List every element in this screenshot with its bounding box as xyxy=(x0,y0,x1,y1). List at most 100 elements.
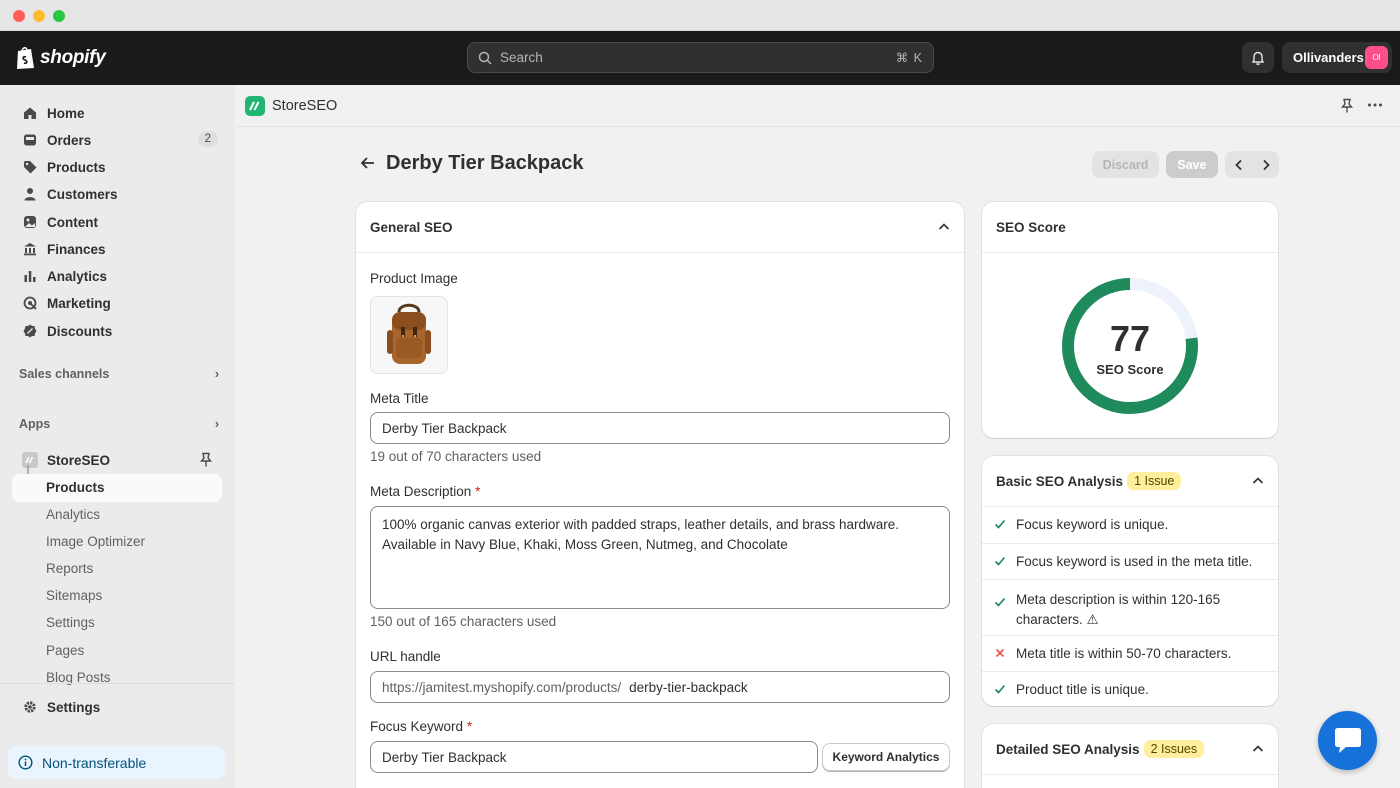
bar-chart-icon xyxy=(22,268,38,284)
product-image-thumbnail[interactable] xyxy=(370,296,448,374)
sidebar-item-orders[interactable]: Orders 2 xyxy=(12,127,222,153)
sidebar-subitem-settings[interactable]: Settings xyxy=(46,615,95,630)
gear-icon xyxy=(22,699,38,715)
close-window-button[interactable] xyxy=(13,10,25,22)
sidebar-subitem-image-optimizer[interactable]: Image Optimizer xyxy=(46,534,145,549)
sidebar-item-settings[interactable]: Settings xyxy=(12,694,222,720)
apps-label: Apps xyxy=(19,417,51,431)
search-icon xyxy=(478,51,492,65)
sidebar-item-label: Products xyxy=(47,159,106,175)
sidebar-item-content[interactable]: Content xyxy=(12,209,222,235)
person-icon xyxy=(22,186,38,202)
basic-seo-analysis-header[interactable]: Basic SEO Analysis 1 Issue xyxy=(982,456,1278,507)
meta-title-label: Meta Title xyxy=(370,391,429,406)
required-mark: * xyxy=(475,484,481,499)
sidebar-item-label: Marketing xyxy=(47,295,111,311)
card-title: SEO Score xyxy=(996,219,1066,235)
sidebar-subitem-sitemaps[interactable]: Sitemaps xyxy=(46,588,102,603)
app-title: StoreSEO xyxy=(272,98,338,114)
store-menu-button[interactable]: Ollivanders Ol xyxy=(1282,42,1392,73)
sidebar-item-marketing[interactable]: Marketing xyxy=(12,290,222,316)
orders-count-badge: 2 xyxy=(197,131,218,147)
meta-description-textarea[interactable]: 100% organic canvas exterior with padded… xyxy=(370,506,950,609)
meta-title-input[interactable]: Derby Tier Backpack xyxy=(370,412,950,444)
page-title: Derby Tier Backpack xyxy=(386,152,584,174)
check-row: Product title is unique. xyxy=(982,671,1278,706)
app-header: StoreSEO xyxy=(235,85,1400,127)
check-icon xyxy=(994,682,1016,698)
focus-keyword-input[interactable]: Derby Tier Backpack xyxy=(370,741,818,773)
check-icon xyxy=(994,517,1016,533)
search-bar[interactable]: Search ⌘ K xyxy=(467,42,934,73)
window-titlebar xyxy=(0,0,1400,31)
check-icon xyxy=(994,554,1016,570)
sidebar-item-discounts[interactable]: Discounts xyxy=(12,318,222,344)
url-handle-value: derby-tier-backpack xyxy=(629,679,748,695)
minimize-window-button[interactable] xyxy=(33,10,45,22)
avatar: Ol xyxy=(1365,46,1388,69)
sidebar-item-products[interactable]: Products xyxy=(12,154,222,180)
chevron-up-icon[interactable] xyxy=(1252,743,1264,755)
url-handle-input[interactable]: https://jamitest.myshopify.com/products/… xyxy=(370,671,950,703)
basic-seo-analysis-card: Basic SEO Analysis 1 Issue Focus keyword… xyxy=(982,456,1278,706)
url-handle-label: URL handle xyxy=(370,649,441,664)
sidebar-subitem-products[interactable]: Products xyxy=(46,480,105,495)
discard-button[interactable]: Discard xyxy=(1092,151,1159,178)
next-button[interactable] xyxy=(1252,151,1279,178)
card-title: Detailed SEO Analysis xyxy=(996,741,1140,757)
chevron-left-icon xyxy=(1234,159,1242,170)
store-name: Ollivanders xyxy=(1293,50,1364,65)
meta-description-label-text: Meta Description xyxy=(370,484,472,499)
sales-channels-section[interactable]: Sales channels › xyxy=(19,367,219,381)
meta-description-label: Meta Description * xyxy=(370,484,480,499)
check-icon xyxy=(994,590,1016,614)
top-bar: shopify Search ⌘ K Ollivanders Ol xyxy=(0,31,1400,85)
save-button[interactable]: Save xyxy=(1166,151,1218,178)
home-icon xyxy=(22,105,38,121)
notifications-button[interactable] xyxy=(1242,42,1274,73)
sidebar-item-label: Orders xyxy=(47,132,92,148)
seo-score-value: 77 xyxy=(1109,318,1151,359)
sidebar-item-analytics[interactable]: Analytics xyxy=(12,263,222,289)
check-text: Meta description is within 120-165 chara… xyxy=(1016,590,1266,630)
more-options-icon[interactable] xyxy=(1367,97,1383,116)
sidebar-item-home[interactable]: Home xyxy=(12,100,222,126)
detailed-seo-analysis-card: Detailed SEO Analysis 2 Issues xyxy=(982,724,1278,788)
target-icon xyxy=(22,295,38,311)
general-seo-header[interactable]: General SEO xyxy=(356,202,964,253)
detailed-seo-analysis-header[interactable]: Detailed SEO Analysis 2 Issues xyxy=(982,724,1278,775)
focus-keyword-label-text: Focus Keyword xyxy=(370,719,464,734)
keyword-analytics-button[interactable]: Keyword Analytics xyxy=(822,743,950,771)
pin-icon[interactable] xyxy=(199,452,213,471)
sidebar-subitem-pages[interactable]: Pages xyxy=(46,643,84,658)
shopify-logo[interactable]: shopify xyxy=(15,45,106,70)
tag-icon xyxy=(22,159,38,175)
search-shortcut: ⌘ K xyxy=(895,51,923,65)
maximize-window-button[interactable] xyxy=(53,10,65,22)
seo-score-label: SEO Score xyxy=(1096,362,1164,377)
warning-icon: ⚠ xyxy=(1086,612,1099,627)
sidebar-subitem-reports[interactable]: Reports xyxy=(46,561,93,576)
storeseo-logo-icon xyxy=(245,96,265,116)
previous-button[interactable] xyxy=(1225,151,1252,178)
info-icon xyxy=(18,755,33,770)
non-transferable-banner[interactable]: Non-transferable xyxy=(8,746,225,779)
check-row: Meta title is within 50-70 characters. xyxy=(982,635,1278,671)
back-arrow-icon[interactable] xyxy=(358,153,378,176)
sidebar-item-label: Content xyxy=(47,214,98,230)
sidebar-subitem-analytics[interactable]: Analytics xyxy=(46,507,100,522)
sidebar-item-storeseo[interactable]: StoreSEO xyxy=(12,447,222,473)
sidebar-item-finances[interactable]: Finances xyxy=(12,236,222,262)
chat-support-button[interactable] xyxy=(1318,711,1377,770)
meta-description-help: 150 out of 165 characters used xyxy=(370,614,557,629)
chevron-right-icon: › xyxy=(214,417,219,431)
pagination xyxy=(1225,151,1279,178)
apps-section[interactable]: Apps › xyxy=(19,417,219,431)
chevron-up-icon[interactable] xyxy=(1252,475,1264,487)
sidebar-item-customers[interactable]: Customers xyxy=(12,181,222,207)
pin-icon[interactable] xyxy=(1340,98,1354,117)
card-title: Basic SEO Analysis xyxy=(996,473,1124,489)
check-text: Meta title is within 50-70 characters. xyxy=(1016,646,1232,661)
chevron-up-icon[interactable] xyxy=(938,221,950,233)
sidebar-subitem-active-bg xyxy=(12,474,222,502)
